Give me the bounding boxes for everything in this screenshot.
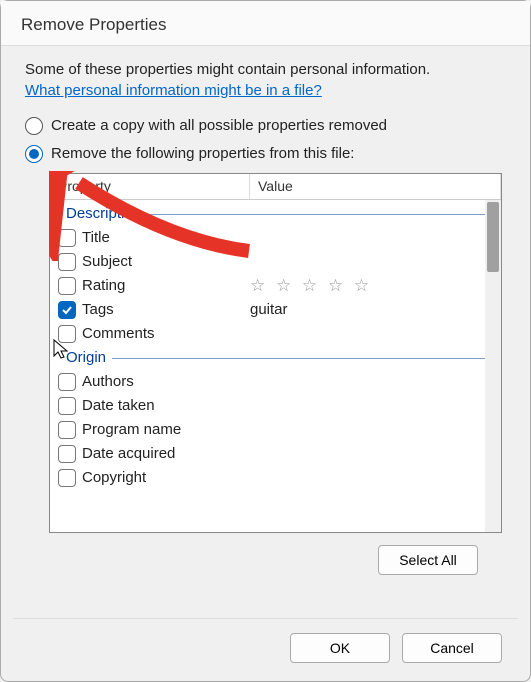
list-item[interactable]: Program name [52, 418, 501, 442]
property-label: Tags [82, 301, 250, 318]
list-item[interactable]: Title [52, 226, 501, 250]
radio-icon [25, 117, 43, 135]
property-label: Subject [82, 253, 250, 270]
list-item[interactable]: Comments [52, 322, 501, 346]
scrollbar[interactable] [485, 200, 501, 532]
group-header-origin: Origin [52, 346, 501, 370]
list-item[interactable]: Copyright [52, 466, 501, 490]
properties-listbox: Property Value Description Title Subject [49, 173, 502, 533]
intro-text: Some of these properties might contain p… [25, 60, 506, 80]
checkbox-subject[interactable] [58, 253, 76, 271]
list-item[interactable]: Tags guitar [52, 298, 501, 322]
separator [13, 618, 518, 619]
property-label: Authors [82, 373, 250, 390]
checkbox-rating[interactable] [58, 277, 76, 295]
checkbox-copyright[interactable] [58, 469, 76, 487]
property-label: Copyright [82, 469, 250, 486]
radio-label: Remove the following properties from thi… [51, 145, 354, 162]
column-header-property[interactable]: Property [50, 174, 250, 199]
group-header-description: Description [52, 202, 501, 226]
select-all-button[interactable]: Select All [378, 545, 478, 575]
cancel-button[interactable]: Cancel [402, 633, 502, 663]
dialog-content: Some of these properties might contain p… [1, 46, 530, 575]
property-label: Rating [82, 277, 250, 294]
remove-properties-dialog: Remove Properties Some of these properti… [0, 0, 531, 682]
property-label: Program name [82, 421, 250, 438]
checkbox-program-name[interactable] [58, 421, 76, 439]
scrollbar-thumb[interactable] [487, 202, 499, 272]
property-label: Date taken [82, 397, 250, 414]
property-label: Date acquired [82, 445, 250, 462]
list-header: Property Value [50, 174, 501, 200]
ok-button[interactable]: OK [290, 633, 390, 663]
dialog-title: Remove Properties [1, 1, 530, 46]
property-value: guitar [250, 301, 288, 318]
checkbox-tags[interactable] [58, 301, 76, 319]
radio-icon-checked [25, 145, 43, 163]
column-header-value[interactable]: Value [250, 174, 501, 199]
dialog-buttons: OK Cancel [290, 633, 502, 663]
list-body: Description Title Subject Rating ☆ ☆ ☆ ☆… [50, 200, 501, 490]
radio-create-copy[interactable]: Create a copy with all possible properti… [25, 117, 506, 135]
checkbox-authors[interactable] [58, 373, 76, 391]
list-item[interactable]: Date taken [52, 394, 501, 418]
select-all-row: Select All [25, 545, 478, 575]
list-item[interactable]: Authors [52, 370, 501, 394]
rating-stars: ☆ ☆ ☆ ☆ ☆ [250, 276, 372, 296]
radio-label: Create a copy with all possible properti… [51, 117, 387, 134]
property-label: Comments [82, 325, 250, 342]
checkbox-title[interactable] [58, 229, 76, 247]
list-item[interactable]: Subject [52, 250, 501, 274]
checkbox-date-acquired[interactable] [58, 445, 76, 463]
checkbox-comments[interactable] [58, 325, 76, 343]
list-item[interactable]: Date acquired [52, 442, 501, 466]
radio-remove-following[interactable]: Remove the following properties from thi… [25, 145, 506, 163]
property-label: Title [82, 229, 250, 246]
personal-info-link[interactable]: What personal information might be in a … [25, 82, 322, 99]
list-item[interactable]: Rating ☆ ☆ ☆ ☆ ☆ [52, 274, 501, 298]
checkbox-date-taken[interactable] [58, 397, 76, 415]
radio-group: Create a copy with all possible properti… [25, 117, 506, 163]
